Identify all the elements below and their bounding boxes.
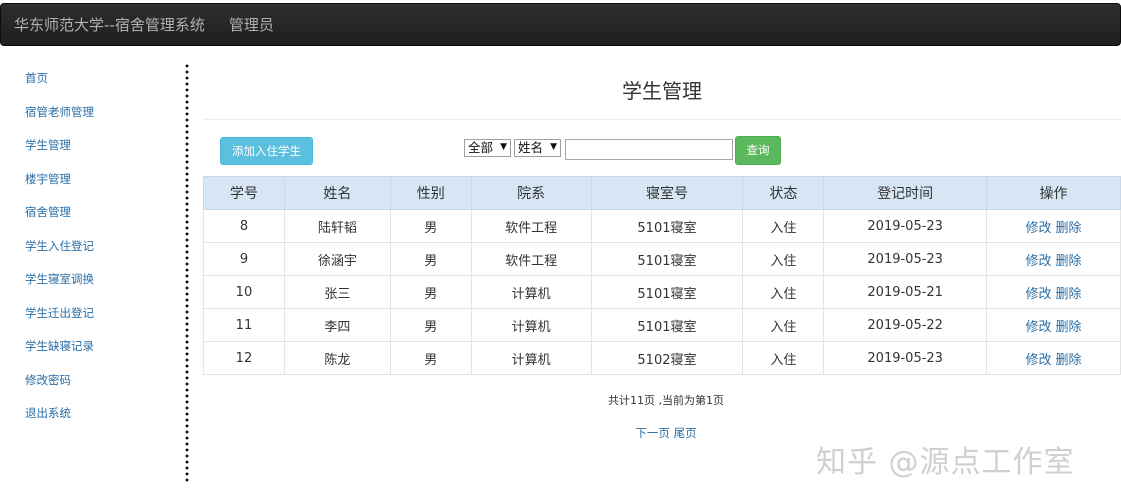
page-title: 学生管理 [203, 60, 1121, 120]
table-row: 10 张三 男 计算机 5101寝室 入住 2019-05-21 修改 删除 [203, 275, 1121, 309]
chevron-down-icon: ▼ [500, 142, 507, 152]
table-row: 8 陆轩韬 男 软件工程 5101寝室 入住 2019-05-23 修改 删除 [203, 209, 1121, 243]
edit-link[interactable]: 修改 [1026, 320, 1052, 335]
cell-gender: 男 [389, 308, 472, 342]
column-header-register-time: 登记时间 [823, 176, 988, 210]
chevron-down-icon: ▼ [550, 142, 557, 152]
sidebar-item-checkin-register[interactable]: 学生入住登记 [0, 230, 180, 264]
cell-actions: 修改 删除 [986, 308, 1121, 342]
cell-name: 陈龙 [283, 341, 391, 375]
student-table: 学号 姓名 性别 院系 寝室号 状态 登记时间 操作 8 陆轩韬 男 软件工程 … [203, 176, 1121, 375]
sidebar-item-student-management[interactable]: 学生管理 [0, 129, 180, 163]
cell-actions: 修改 删除 [986, 242, 1121, 276]
cell-room: 5101寝室 [590, 209, 744, 243]
cell-gender: 男 [389, 275, 472, 309]
toolbar: 添加入住学生 全部 ▼ 姓名 ▼ 查询 [203, 136, 1121, 166]
table-row: 9 徐涵宇 男 软件工程 5101寝室 入住 2019-05-23 修改 删除 [203, 242, 1121, 276]
app-title[interactable]: 华东师范大学--宿舍管理系统 [14, 14, 205, 35]
cell-department: 计算机 [470, 341, 592, 375]
delete-link[interactable]: 删除 [1056, 353, 1082, 368]
cell-department: 计算机 [470, 308, 592, 342]
cell-name: 张三 [283, 275, 391, 309]
watermark: 知乎 @源点工作室 [816, 445, 1075, 480]
cell-name: 李四 [283, 308, 391, 342]
cell-actions: 修改 删除 [986, 341, 1121, 375]
cell-id: 8 [203, 209, 285, 243]
delete-link[interactable]: 删除 [1056, 320, 1082, 335]
cell-department: 计算机 [470, 275, 592, 309]
cell-gender: 男 [389, 209, 472, 243]
cell-register-time: 2019-05-23 [823, 242, 988, 276]
delete-link[interactable]: 删除 [1056, 221, 1082, 236]
table-row: 12 陈龙 男 计算机 5102寝室 入住 2019-05-23 修改 删除 [203, 341, 1121, 375]
cell-department: 软件工程 [470, 242, 592, 276]
sidebar: 首页 宿管老师管理 学生管理 楼宇管理 宿舍管理 学生入住登记 学生寝室调换 学… [0, 62, 180, 431]
last-page-link[interactable]: 尾页 [674, 426, 697, 440]
cell-gender: 男 [389, 242, 472, 276]
scope-select-value: 全部 [468, 140, 494, 155]
cell-status: 入住 [742, 242, 825, 276]
table-row: 11 李四 男 计算机 5101寝室 入住 2019-05-22 修改 删除 [203, 308, 1121, 342]
sidebar-item-dorm-management[interactable]: 宿舍管理 [0, 196, 180, 230]
column-header-actions: 操作 [986, 176, 1121, 210]
cell-name: 陆轩韬 [283, 209, 391, 243]
edit-link[interactable]: 修改 [1026, 221, 1052, 236]
column-header-department: 院系 [470, 176, 592, 210]
sidebar-item-absence-records[interactable]: 学生缺寝记录 [0, 330, 180, 364]
search-input[interactable] [565, 139, 733, 160]
column-header-status: 状态 [742, 176, 825, 210]
sidebar-item-logout[interactable]: 退出系统 [0, 397, 180, 431]
cell-register-time: 2019-05-21 [823, 275, 988, 309]
sidebar-item-teacher-management[interactable]: 宿管老师管理 [0, 96, 180, 130]
sidebar-divider [185, 63, 189, 483]
sidebar-item-checkout-register[interactable]: 学生迁出登记 [0, 297, 180, 331]
sidebar-item-home[interactable]: 首页 [0, 62, 180, 96]
cell-register-time: 2019-05-23 [823, 341, 988, 375]
column-header-id: 学号 [203, 176, 285, 210]
top-navbar: 华东师范大学--宿舍管理系统 管理员 [0, 3, 1121, 46]
delete-link[interactable]: 删除 [1056, 254, 1082, 269]
cell-status: 入住 [742, 209, 825, 243]
table-header-row: 学号 姓名 性别 院系 寝室号 状态 登记时间 操作 [203, 176, 1121, 210]
edit-link[interactable]: 修改 [1026, 287, 1052, 302]
cell-room: 5101寝室 [590, 308, 744, 342]
cell-id: 9 [203, 242, 285, 276]
cell-actions: 修改 删除 [986, 275, 1121, 309]
cell-status: 入住 [742, 341, 825, 375]
cell-room: 5101寝室 [590, 275, 744, 309]
cell-register-time: 2019-05-22 [823, 308, 988, 342]
sidebar-item-building-management[interactable]: 楼宇管理 [0, 163, 180, 197]
column-header-name: 姓名 [283, 176, 391, 210]
pagination-info: 共计11页 ,当前为第1页 [608, 394, 724, 407]
nav-admin-role[interactable]: 管理员 [229, 14, 274, 35]
cell-room: 5101寝室 [590, 242, 744, 276]
cell-actions: 修改 删除 [986, 209, 1121, 243]
next-page-link[interactable]: 下一页 [635, 426, 670, 440]
column-header-gender: 性别 [389, 176, 472, 210]
sidebar-item-room-swap[interactable]: 学生寝室调换 [0, 263, 180, 297]
cell-id: 12 [203, 341, 285, 375]
scope-select[interactable]: 全部 ▼ [464, 139, 511, 157]
cell-name: 徐涵宇 [283, 242, 391, 276]
edit-link[interactable]: 修改 [1026, 353, 1052, 368]
cell-status: 入住 [742, 308, 825, 342]
column-header-room: 寝室号 [590, 176, 744, 210]
sidebar-item-change-password[interactable]: 修改密码 [0, 364, 180, 398]
cell-id: 11 [203, 308, 285, 342]
edit-link[interactable]: 修改 [1026, 254, 1052, 269]
cell-register-time: 2019-05-23 [823, 209, 988, 243]
cell-room: 5102寝室 [590, 341, 744, 375]
cell-id: 10 [203, 275, 285, 309]
add-student-button[interactable]: 添加入住学生 [220, 137, 313, 165]
field-select-value: 姓名 [518, 140, 544, 155]
field-select[interactable]: 姓名 ▼ [514, 139, 561, 157]
cell-department: 软件工程 [470, 209, 592, 243]
search-button[interactable]: 查询 [735, 136, 781, 165]
main-content: 学生管理 添加入住学生 全部 ▼ 姓名 ▼ 查询 学号 姓名 性别 院系 寝室号… [203, 60, 1121, 440]
cell-status: 入住 [742, 275, 825, 309]
cell-gender: 男 [389, 341, 472, 375]
delete-link[interactable]: 删除 [1056, 287, 1082, 302]
